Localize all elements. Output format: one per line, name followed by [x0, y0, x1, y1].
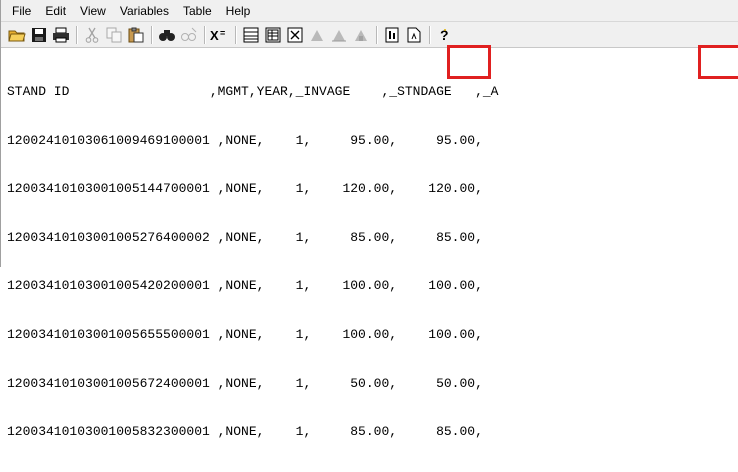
variable-icon[interactable]: X = [210, 25, 230, 45]
help-icon[interactable]: ? [435, 25, 455, 45]
toolbar-separator [376, 25, 377, 44]
data-text-area[interactable]: STAND ID ,MGMT,YEAR,_INVAGE ,_STNDAGE ,_… [1, 49, 738, 439]
table-view-icon[interactable] [241, 25, 261, 45]
replace-icon[interactable] [179, 25, 199, 45]
toolbar-separator [151, 25, 152, 44]
menu-edit[interactable]: Edit [38, 0, 73, 22]
toolbar-separator [235, 25, 236, 44]
svg-text:X: X [210, 28, 219, 43]
menu-file[interactable]: File [5, 0, 38, 22]
delete-table-icon[interactable] [285, 25, 305, 45]
chart-icon-1[interactable] [307, 25, 327, 45]
menu-table[interactable]: Table [176, 0, 219, 22]
print-icon[interactable] [51, 25, 71, 45]
toolbar: X = ? [1, 22, 738, 48]
app-window: File Edit View Variables Table Help X = … [0, 0, 738, 439]
highlight-box-invage [447, 45, 491, 79]
table-row: 12003410103001005420200001 ,NONE, 1, 100… [7, 278, 483, 294]
table-row: 12003410103001005276400002 ,NONE, 1, 85.… [7, 229, 483, 245]
menu-variables[interactable]: Variables [113, 0, 176, 22]
copy-icon[interactable] [104, 25, 124, 45]
svg-text:=: = [220, 28, 225, 38]
table-header-row: STAND ID ,MGMT,YEAR,_INVAGE ,_STNDAGE ,_… [7, 84, 499, 99]
paste-icon[interactable] [126, 25, 146, 45]
save-icon[interactable] [29, 25, 49, 45]
document-icon[interactable] [404, 25, 424, 45]
table-row: 12002410103061009469100001 ,NONE, 1, 95.… [7, 132, 483, 148]
highlight-box-right [698, 45, 738, 79]
report-icon[interactable] [382, 25, 402, 45]
table-row: 12003410103001005832300001 ,NONE, 1, 85.… [7, 424, 483, 440]
table-row: 12003410103001005655500001 ,NONE, 1, 100… [7, 326, 483, 342]
table-row: 12003410103001005144700001 ,NONE, 1, 120… [7, 181, 483, 197]
chart-icon-2[interactable] [329, 25, 349, 45]
menu-bar: File Edit View Variables Table Help [1, 0, 738, 22]
toolbar-separator [429, 25, 430, 44]
chart-icon-3[interactable] [351, 25, 371, 45]
find-icon[interactable] [157, 25, 177, 45]
table-row: 12003410103001005672400001 ,NONE, 1, 50.… [7, 375, 483, 391]
grid-view-icon[interactable] [263, 25, 283, 45]
toolbar-separator [204, 25, 205, 44]
cut-icon[interactable] [82, 25, 102, 45]
toolbar-separator [76, 25, 77, 44]
menu-help[interactable]: Help [219, 0, 258, 22]
menu-view[interactable]: View [73, 0, 113, 22]
open-folder-icon[interactable] [7, 25, 27, 45]
